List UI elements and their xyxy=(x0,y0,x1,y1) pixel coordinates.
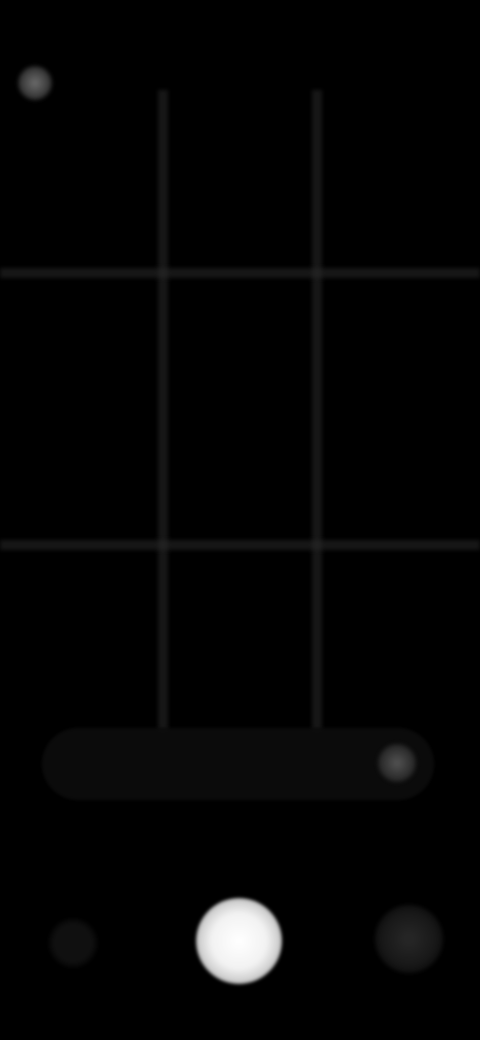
switch-camera-icon[interactable] xyxy=(375,905,443,973)
grid-line-vertical-right xyxy=(312,90,322,730)
flash-icon[interactable] xyxy=(18,66,52,100)
shutter-button-icon[interactable] xyxy=(196,898,282,984)
mode-tab-center[interactable] xyxy=(160,840,320,862)
grid-line-horizontal-bottom xyxy=(0,540,480,550)
mode-tab-left[interactable] xyxy=(28,840,112,862)
zoom-icon[interactable] xyxy=(378,744,416,782)
top-hint-text xyxy=(145,78,340,98)
grid-line-horizontal-top xyxy=(0,268,480,278)
gallery-thumbnail-icon[interactable] xyxy=(50,920,96,966)
camera-viewfinder[interactable] xyxy=(0,0,480,1040)
zoom-label xyxy=(68,753,248,775)
grid-line-vertical-left xyxy=(158,90,168,730)
